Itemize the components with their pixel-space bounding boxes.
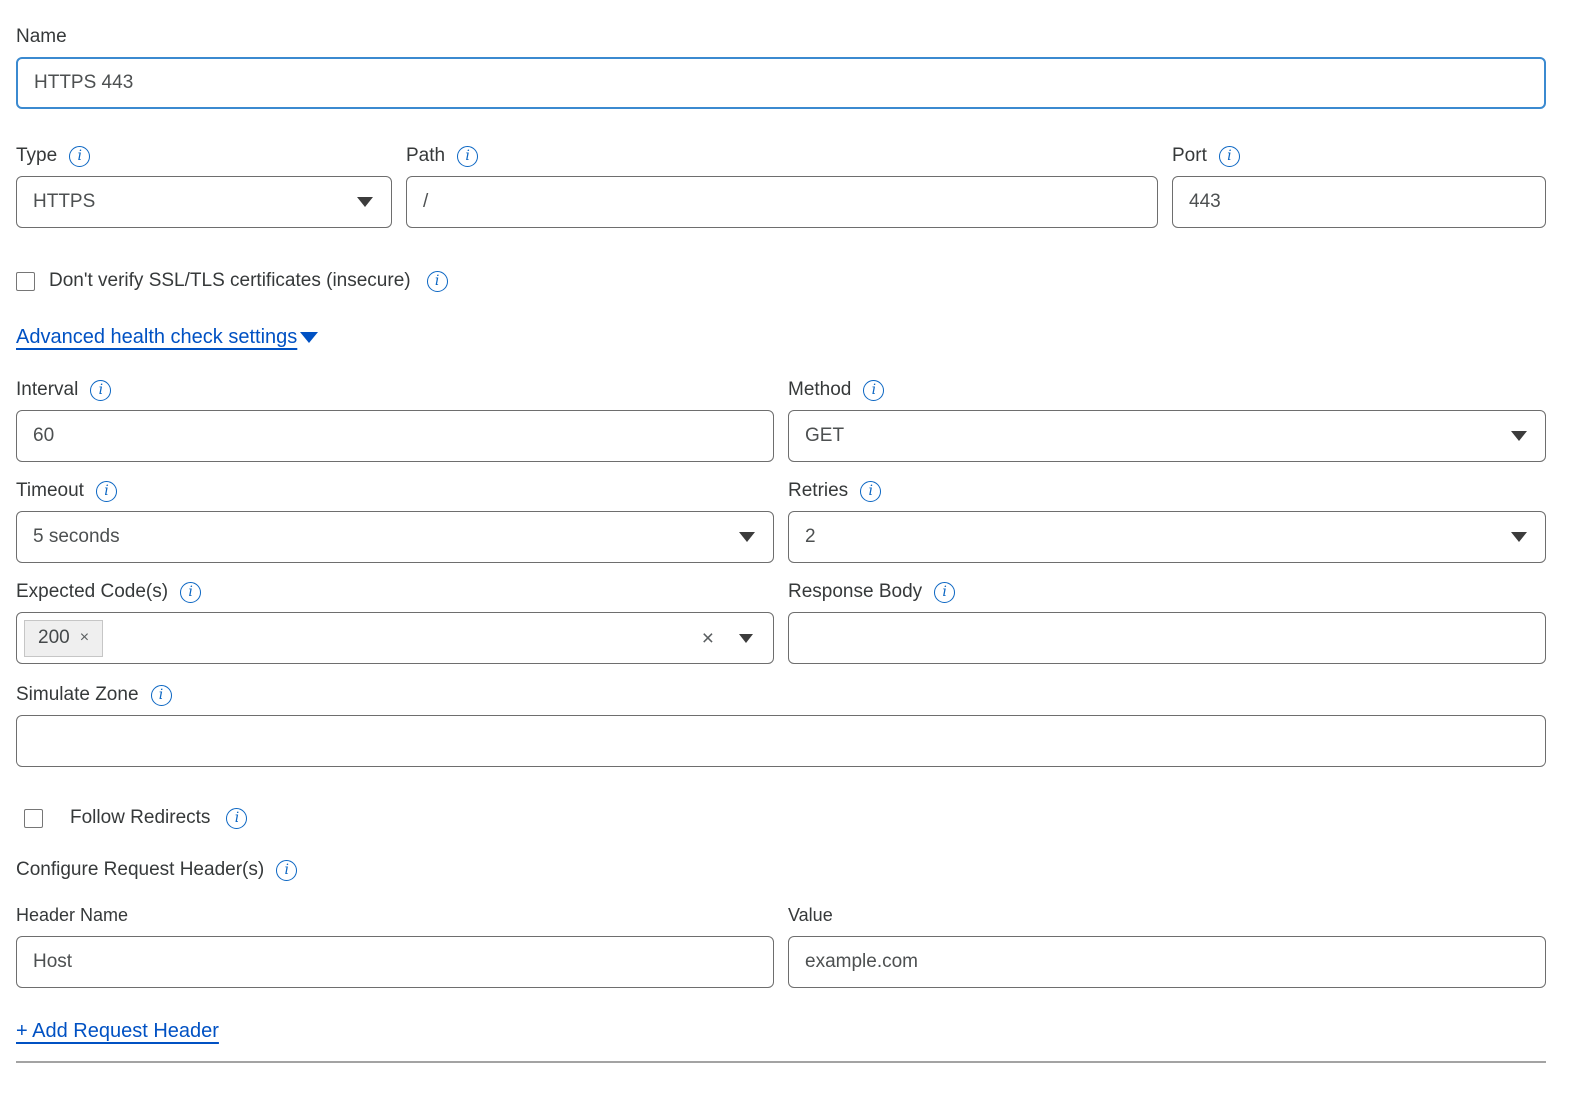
- retries-label: Retries: [788, 480, 848, 502]
- method-select-value: GET: [805, 425, 844, 447]
- field-expected-codes: Expected Code(s) i 200 × ×: [16, 581, 774, 664]
- info-icon[interactable]: i: [934, 582, 955, 603]
- advanced-settings-label: Advanced health check settings: [16, 326, 297, 349]
- expected-codes-multiselect[interactable]: 200 × ×: [16, 612, 774, 664]
- field-header-value: Value: [788, 905, 1546, 988]
- path-input[interactable]: [406, 176, 1158, 228]
- simulate-zone-label: Simulate Zone: [16, 684, 139, 706]
- info-icon[interactable]: i: [226, 808, 247, 829]
- interval-label: Interval: [16, 379, 78, 401]
- caret-down-icon: [1511, 431, 1527, 441]
- type-select-value: HTTPS: [33, 191, 95, 213]
- verify-ssl-checkbox[interactable]: [16, 272, 35, 291]
- follow-redirects-checkbox[interactable]: [24, 809, 43, 828]
- caret-down-icon: [357, 197, 373, 207]
- info-icon[interactable]: i: [863, 380, 884, 401]
- timeout-select-value: 5 seconds: [33, 526, 120, 548]
- clear-icon[interactable]: ×: [702, 628, 714, 649]
- expected-code-tag-value: 200: [38, 627, 70, 649]
- caret-down-icon: [739, 532, 755, 542]
- info-icon[interactable]: i: [151, 685, 172, 706]
- timeout-label: Timeout: [16, 480, 84, 502]
- method-label: Method: [788, 379, 851, 401]
- info-icon[interactable]: i: [90, 380, 111, 401]
- response-body-label: Response Body: [788, 581, 922, 603]
- type-path-port-row: Type i HTTPS Path i Port i: [16, 145, 1546, 228]
- field-port: Port i: [1172, 145, 1546, 228]
- header-value-label: Value: [788, 905, 1546, 926]
- name-input[interactable]: [16, 57, 1546, 109]
- request-headers-section: Configure Request Header(s) i: [16, 859, 1546, 881]
- header-value-input[interactable]: [788, 936, 1546, 988]
- info-icon[interactable]: i: [860, 481, 881, 502]
- timeout-select[interactable]: 5 seconds: [16, 511, 774, 563]
- type-select[interactable]: HTTPS: [16, 176, 392, 228]
- advanced-settings-link[interactable]: Advanced health check settings: [16, 326, 318, 349]
- field-retries: Retries i 2: [788, 480, 1546, 563]
- retries-select[interactable]: 2: [788, 511, 1546, 563]
- section-divider: [16, 1061, 1546, 1063]
- verify-ssl-row: Don't verify SSL/TLS certificates (insec…: [16, 270, 1546, 292]
- codes-body-row: Expected Code(s) i 200 × × Response Body…: [16, 581, 1546, 664]
- port-input[interactable]: [1172, 176, 1546, 228]
- follow-redirects-label: Follow Redirects: [70, 807, 210, 829]
- port-label: Port: [1172, 145, 1207, 167]
- timeout-retries-row: Timeout i 5 seconds Retries i 2: [16, 480, 1546, 563]
- caret-down-icon[interactable]: [739, 634, 753, 643]
- info-icon[interactable]: i: [427, 271, 448, 292]
- info-icon[interactable]: i: [276, 860, 297, 881]
- expected-codes-label: Expected Code(s): [16, 581, 168, 603]
- request-headers-section-label: Configure Request Header(s): [16, 859, 264, 881]
- field-type: Type i HTTPS: [16, 145, 392, 228]
- path-label: Path: [406, 145, 445, 167]
- field-simulate-zone: Simulate Zone i: [16, 684, 1546, 767]
- retries-select-value: 2: [805, 526, 816, 548]
- field-name: Name: [16, 26, 1546, 109]
- field-header-name: Header Name: [16, 905, 774, 988]
- follow-redirects-row: Follow Redirects i: [16, 807, 1546, 829]
- info-icon[interactable]: i: [1219, 146, 1240, 167]
- verify-ssl-label: Don't verify SSL/TLS certificates (insec…: [49, 270, 411, 292]
- field-response-body: Response Body i: [788, 581, 1546, 664]
- info-icon[interactable]: i: [69, 146, 90, 167]
- field-method: Method i GET: [788, 379, 1546, 462]
- tag-remove-icon[interactable]: ×: [80, 629, 89, 647]
- name-label: Name: [16, 26, 67, 48]
- header-name-label: Header Name: [16, 905, 774, 926]
- request-header-row: Header Name Value: [16, 905, 1546, 988]
- interval-input[interactable]: [16, 410, 774, 462]
- interval-method-row: Interval i Method i GET: [16, 379, 1546, 462]
- info-icon[interactable]: i: [180, 582, 201, 603]
- field-path: Path i: [406, 145, 1158, 228]
- caret-down-icon: [300, 332, 318, 343]
- expected-code-tag: 200 ×: [24, 620, 103, 657]
- response-body-input[interactable]: [788, 612, 1546, 664]
- add-request-header-link[interactable]: + Add Request Header: [16, 1020, 219, 1042]
- info-icon[interactable]: i: [96, 481, 117, 502]
- info-icon[interactable]: i: [457, 146, 478, 167]
- caret-down-icon: [1511, 532, 1527, 542]
- field-timeout: Timeout i 5 seconds: [16, 480, 774, 563]
- method-select[interactable]: GET: [788, 410, 1546, 462]
- field-interval: Interval i: [16, 379, 774, 462]
- simulate-zone-input[interactable]: [16, 715, 1546, 767]
- header-name-input[interactable]: [16, 936, 774, 988]
- type-label: Type: [16, 145, 57, 167]
